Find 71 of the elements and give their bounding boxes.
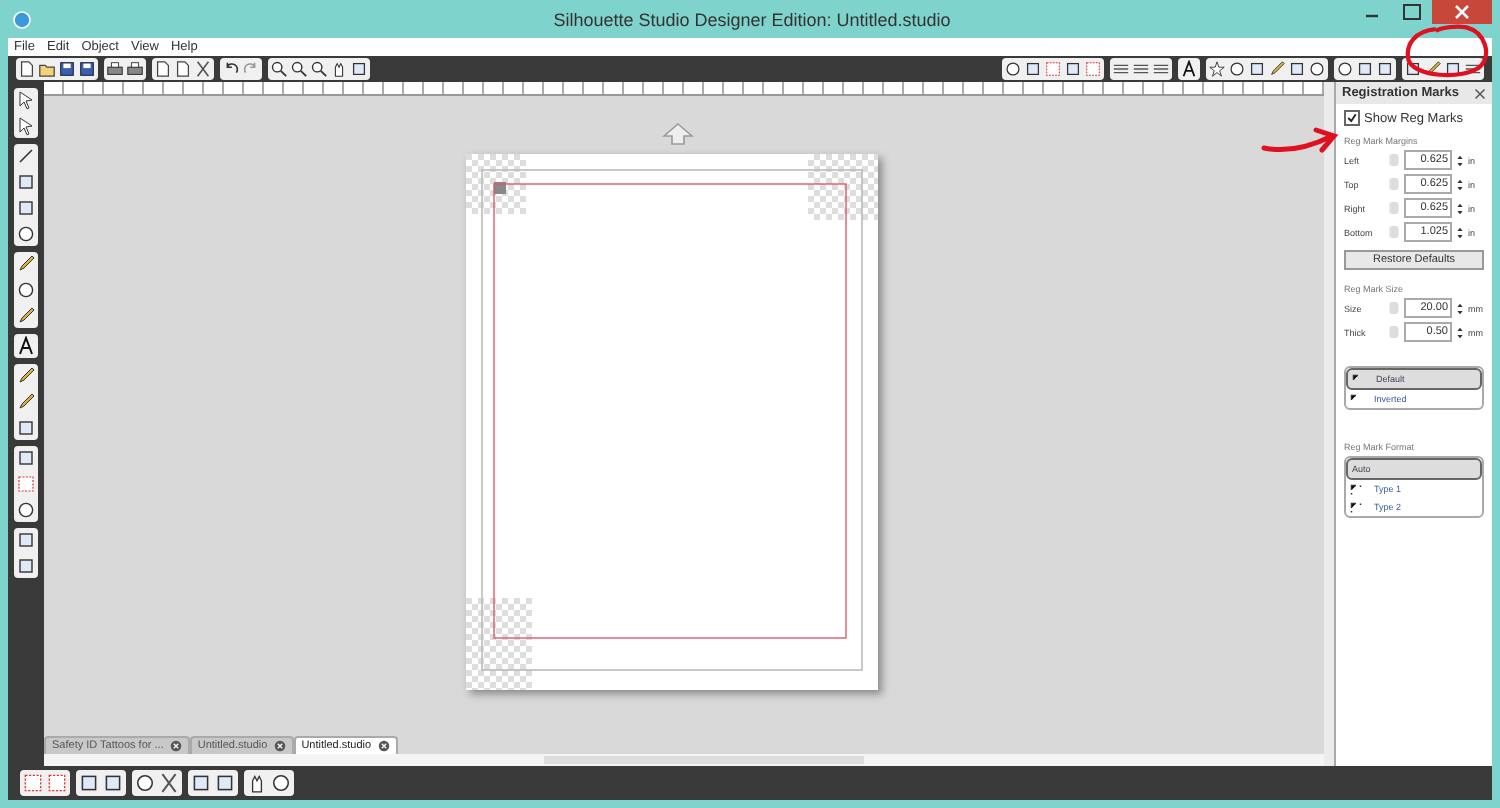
square-icon[interactable] — [1248, 60, 1266, 78]
magnifier-icon[interactable] — [290, 60, 308, 78]
lines-icon[interactable] — [1112, 60, 1130, 78]
circle-icon[interactable] — [1308, 60, 1326, 78]
square-icon[interactable] — [1064, 60, 1082, 78]
pencil-icon[interactable] — [16, 306, 36, 326]
spinner-arrows-icon[interactable] — [1456, 301, 1464, 315]
lines-icon[interactable] — [1132, 60, 1150, 78]
circle-icon[interactable] — [270, 772, 292, 794]
close-button[interactable] — [1432, 0, 1492, 24]
square-icon[interactable] — [350, 60, 368, 78]
circle-icon[interactable] — [16, 224, 36, 244]
square-icon[interactable] — [102, 772, 124, 794]
circle-icon[interactable] — [16, 280, 36, 300]
printer-icon[interactable] — [126, 60, 144, 78]
circle-icon[interactable] — [134, 772, 156, 794]
pencil-icon[interactable] — [16, 254, 36, 274]
letter-icon[interactable] — [1180, 60, 1198, 78]
star-icon[interactable] — [1208, 60, 1226, 78]
magnifier-icon[interactable] — [310, 60, 328, 78]
square-icon[interactable] — [16, 198, 36, 218]
square-icon[interactable] — [1376, 60, 1394, 78]
square-icon[interactable] — [16, 448, 36, 468]
magnifier-icon[interactable] — [270, 60, 288, 78]
document-icon[interactable] — [18, 60, 36, 78]
square-icon[interactable] — [1444, 60, 1462, 78]
checkbox[interactable] — [1344, 110, 1360, 126]
close-icon[interactable] — [1474, 87, 1486, 99]
square-icon[interactable] — [1356, 60, 1374, 78]
grid-icon[interactable] — [1044, 60, 1062, 78]
scissors-icon[interactable] — [158, 772, 180, 794]
app-icon[interactable] — [12, 9, 32, 29]
square-icon[interactable] — [16, 418, 36, 438]
square-icon[interactable] — [214, 772, 236, 794]
line-icon[interactable] — [16, 146, 36, 166]
grid-icon[interactable] — [22, 772, 44, 794]
undo-icon[interactable] — [222, 60, 240, 78]
corner-mark-icon — [1350, 393, 1362, 405]
square-icon[interactable] — [78, 772, 100, 794]
corner-mark-icon — [1352, 373, 1364, 385]
circle-icon[interactable] — [1228, 60, 1246, 78]
spinner-arrows-icon[interactable] — [1456, 225, 1464, 239]
spinner-arrows-icon[interactable] — [1456, 325, 1464, 339]
square-icon[interactable] — [16, 172, 36, 192]
lines-icon[interactable] — [1152, 60, 1170, 78]
letter-icon[interactable] — [16, 336, 36, 356]
scissors-icon[interactable] — [194, 60, 212, 78]
grid-icon[interactable] — [46, 772, 68, 794]
folder-icon[interactable] — [38, 60, 56, 78]
window-title: Silhouette Studio Designer Edition: Untitled.studio — [551, 9, 953, 29]
square-icon[interactable] — [190, 772, 212, 794]
pencil-icon[interactable] — [1424, 60, 1442, 78]
spinner-arrows-icon[interactable] — [1456, 177, 1464, 191]
pencil-icon[interactable] — [1268, 60, 1286, 78]
square-icon[interactable] — [1404, 60, 1422, 78]
corner-mark-icon — [1350, 501, 1362, 513]
lines-icon[interactable] — [1464, 60, 1482, 78]
spinner-arrows-icon[interactable] — [1456, 153, 1464, 167]
vertical-scrollbar[interactable] — [1324, 82, 1334, 766]
corner-mark-icon — [1350, 483, 1362, 495]
grid-icon[interactable] — [1084, 60, 1102, 78]
circle-icon[interactable] — [16, 500, 36, 520]
circle-icon[interactable] — [1336, 60, 1354, 78]
spinner-arrows-icon[interactable] — [1456, 201, 1464, 215]
square-icon[interactable] — [1288, 60, 1306, 78]
square-icon[interactable] — [1024, 60, 1042, 78]
square-icon[interactable] — [16, 530, 36, 550]
horizontal-scrollbar[interactable] — [44, 754, 1324, 766]
printer-icon[interactable] — [106, 60, 124, 78]
square-icon[interactable] — [16, 556, 36, 576]
circle-icon[interactable] — [1004, 60, 1022, 78]
